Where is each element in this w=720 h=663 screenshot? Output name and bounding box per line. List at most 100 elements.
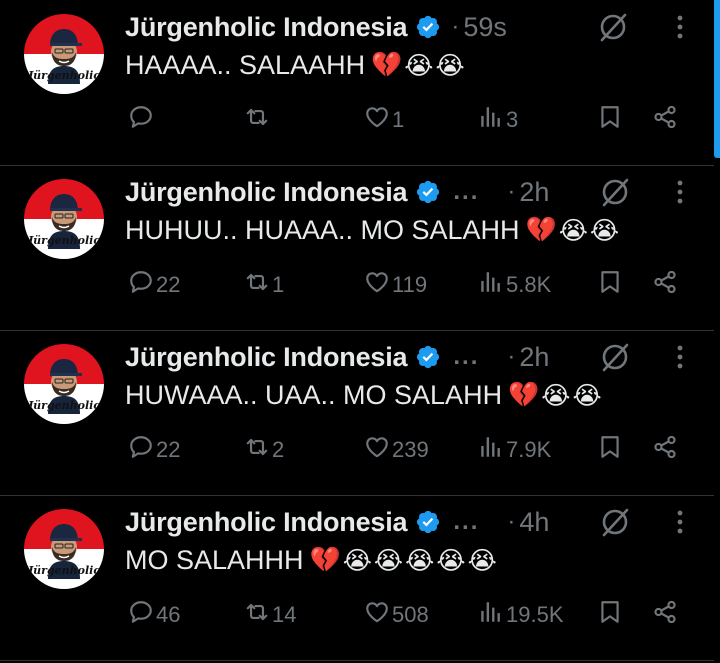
more-options-icon[interactable] [676,179,684,205]
share-button[interactable] [652,597,678,633]
author-name[interactable]: Jürgenholic Indonesia [125,177,408,208]
avatar[interactable]: Jürgenholic [24,509,104,589]
verified-badge-icon [415,179,441,205]
avatar-caption: Jürgenholic [27,564,101,577]
scrollbar[interactable] [714,0,720,158]
tweet[interactable]: Jürgenholic Jürgenholic Indonesia · 59s HAAA… [0,0,714,166]
tweet[interactable]: Jürgenholic Jürgenholic Indonesia... · 4h MO… [0,495,714,661]
grok-icon[interactable] [600,342,630,372]
like-button[interactable]: 239 [364,432,429,468]
tweet-header: Jürgenholic Indonesia · 59s [125,10,507,44]
bookmark-icon [597,434,623,466]
avatar[interactable]: Jürgenholic [24,14,104,94]
share-button[interactable] [652,432,678,468]
repost-count: 2 [272,437,285,462]
views-button[interactable]: 7.9K [478,432,551,468]
handle-ellipsis: ... [453,178,480,205]
verified-badge-icon [415,14,441,40]
reply-button[interactable] [128,102,156,138]
bookmark-button[interactable] [597,267,623,303]
reply-button[interactable]: 46 [128,597,180,633]
tweet-text: MO SALAHHH 💔 😭 😭 😭 😭 😭 [125,545,497,576]
grok-icon[interactable] [600,177,630,207]
verified-badge-icon [415,344,441,370]
share-icon [652,434,678,466]
views-button[interactable]: 19.5K [478,597,564,633]
more-options-icon[interactable] [676,509,684,535]
tweet-body: HAAAA.. SALAAHH [125,50,366,80]
author-name[interactable]: Jürgenholic Indonesia [125,342,408,373]
bookmark-button[interactable] [597,597,623,633]
reply-button[interactable]: 22 [128,432,180,468]
repost-button[interactable]: 2 [244,432,284,468]
timestamp-link[interactable]: 2h [519,177,549,208]
tweet-actions: 13 [0,102,714,138]
tweet-header: Jürgenholic Indonesia... · 2h [125,340,549,374]
grok-icon[interactable] [600,507,630,537]
timestamp-link[interactable]: 2h [519,342,549,373]
tweet-body: HUHUU.. HUAAA.. MO SALAHH [125,215,520,245]
repost-button[interactable] [244,102,272,138]
emoji: 💔 [508,381,540,409]
bookmark-button[interactable] [597,102,623,138]
share-icon [652,269,678,301]
tweet[interactable]: Jürgenholic Jürgenholic Indonesia... · 2h HU… [0,330,714,496]
reply-icon [128,269,154,301]
repost-icon [244,269,270,301]
views-button[interactable]: 3 [478,102,518,138]
views-chart-icon [478,269,504,301]
emoji: 💔 [525,216,557,244]
separator-dot: · [507,508,516,535]
heart-icon [364,434,390,466]
share-button[interactable] [652,267,678,303]
tweet-actions: 22 2 239 7.9K [0,432,714,468]
tweet[interactable]: Jürgenholic Jürgenholic Indonesia... · 2h HU… [0,165,714,331]
like-button[interactable]: 119 [364,267,427,303]
share-button[interactable] [652,102,678,138]
view-count: 19.5K [506,602,564,627]
avatar[interactable]: Jürgenholic [24,344,104,424]
more-options-icon[interactable] [676,344,684,370]
timestamp-link[interactable]: 4h [519,507,549,538]
heart-icon [364,599,390,631]
avatar-caption: Jürgenholic [27,399,101,412]
repost-button[interactable]: 1 [244,267,284,303]
view-count: 3 [506,107,519,132]
views-chart-icon [478,434,504,466]
emoji: 😭 [342,546,372,575]
author-name[interactable]: Jürgenholic Indonesia [125,507,408,538]
avatar-caption: Jürgenholic [27,69,101,82]
views-button[interactable]: 5.8K [478,267,551,303]
tweet-text: HUWAAA.. UAA.. MO SALAHH 💔 😭 😭 [125,380,602,411]
emoji: 😭 [436,546,466,575]
like-count: 508 [392,602,429,627]
emoji: 😭 [404,51,434,80]
emoji: 😭 [435,51,465,80]
tweet-body: MO SALAHHH [125,545,304,575]
verified-badge-icon [415,509,441,535]
author-name[interactable]: Jürgenholic Indonesia [125,12,408,43]
heart-icon [364,269,390,301]
reply-count: 22 [156,437,181,462]
like-count: 239 [392,437,429,462]
avatar[interactable]: Jürgenholic [24,179,104,259]
bookmark-button[interactable] [597,432,623,468]
reply-count: 22 [156,272,181,297]
emoji: 💔 [309,546,341,574]
views-chart-icon [478,599,504,631]
grok-icon[interactable] [598,12,628,42]
bookmark-icon [597,269,623,301]
tweet-text: HUHUU.. HUAAA.. MO SALAHH 💔 😭 😭 [125,215,619,246]
like-button[interactable]: 1 [364,102,404,138]
reply-button[interactable]: 22 [128,267,180,303]
repost-button[interactable]: 14 [244,597,296,633]
emoji: 😭 [467,546,497,575]
repost-icon [244,434,270,466]
repost-icon [244,599,270,631]
like-button[interactable]: 508 [364,597,429,633]
view-count: 5.8K [506,272,552,297]
more-options-icon[interactable] [676,14,684,40]
emoji: 💔 [371,51,403,79]
timestamp-link[interactable]: 59s [463,12,507,43]
tweet-header: Jürgenholic Indonesia... · 4h [125,505,549,539]
